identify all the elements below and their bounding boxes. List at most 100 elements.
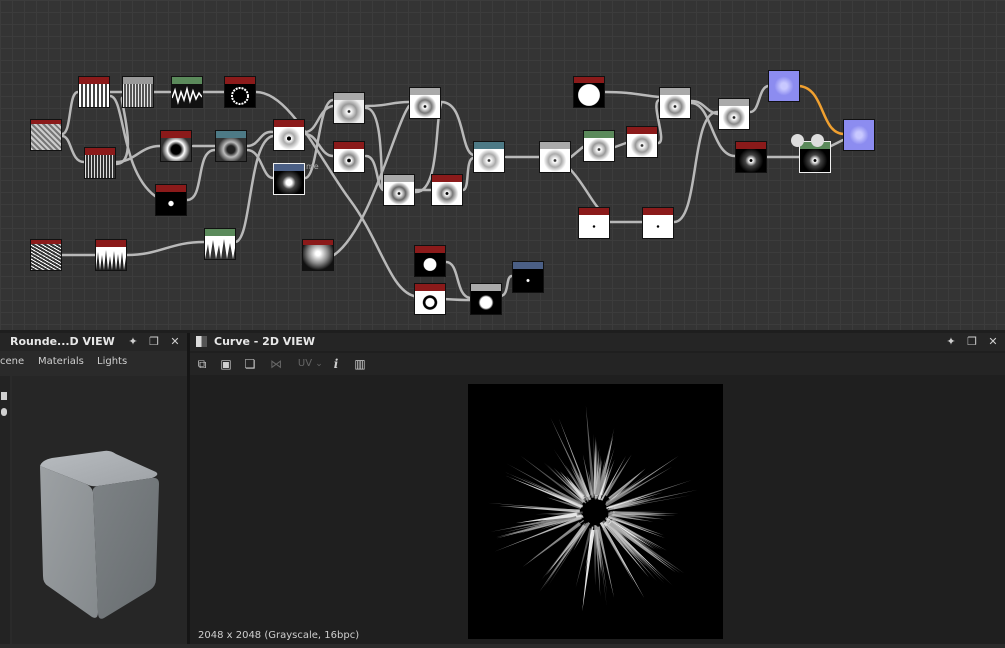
uv-toggle[interactable]: UV: [294, 357, 316, 371]
node-white-noise[interactable]: [30, 239, 62, 271]
viewport-side-toolbar: [0, 376, 10, 644]
node-grass[interactable]: [204, 228, 236, 260]
node-thumbnail: [96, 247, 126, 270]
link: [444, 260, 472, 300]
3d-viewport[interactable]: [12, 376, 187, 644]
node-thumbnail: [415, 253, 445, 276]
panel-header: Rounde...D VIEW ✦ ❐ ✕: [0, 333, 187, 351]
document-icon[interactable]: [791, 134, 804, 147]
menu-scene[interactable]: cene: [0, 356, 24, 367]
node-ring[interactable]: [414, 283, 446, 315]
node-thumbnail: [513, 269, 543, 292]
image-info-status: 2048 x 2048 (Grayscale, 16bpc): [198, 630, 360, 641]
node-splatter[interactable]: [273, 119, 305, 151]
node-thumbnail: [172, 84, 202, 107]
info-icon[interactable]: i: [328, 357, 344, 371]
node-center-dot[interactable]: [578, 207, 610, 239]
node-splatter-dark[interactable]: [273, 163, 305, 195]
node-ring-noise[interactable]: [224, 76, 256, 108]
node-output-purple[interactable]: [768, 70, 800, 102]
panel-header: Curve - 2D VIEW ✦ ❐ ✕: [190, 333, 1005, 351]
node-thumbnail: [216, 138, 246, 161]
pin-icon[interactable]: ✦: [945, 336, 957, 348]
share-icon[interactable]: ⋈: [268, 357, 284, 371]
node-thumbnail: [584, 138, 614, 161]
node-graph[interactable]: me: [0, 0, 1005, 330]
camera-icon[interactable]: [1, 392, 7, 400]
node-burst[interactable]: [333, 141, 365, 173]
2d-view-toolbar: ⧉ ▣ ❏ ⋈ UV ⌄ i ▥: [190, 353, 1005, 375]
node-thumbnail: [410, 95, 440, 118]
node-shatter[interactable]: [333, 92, 365, 124]
node-levels[interactable]: [583, 130, 615, 162]
node-circle-mask[interactable]: [573, 76, 605, 108]
menu-materials[interactable]: Materials: [38, 356, 84, 367]
node-spikes[interactable]: [95, 239, 127, 271]
node-thumbnail: [31, 120, 61, 150]
node-hint-label: me: [306, 162, 319, 171]
node-thumbnail: [719, 106, 749, 129]
node-vertical-streaks[interactable]: [84, 147, 116, 179]
close-icon[interactable]: ✕: [987, 336, 999, 348]
node-thumbnail: [474, 149, 504, 172]
node-levels-2[interactable]: [626, 126, 658, 158]
pin-icon[interactable]: ✦: [127, 336, 139, 348]
link: [114, 144, 162, 164]
maximize-icon[interactable]: ❐: [966, 336, 978, 348]
panel-title: Curve - 2D VIEW: [214, 335, 316, 348]
node-shards[interactable]: [409, 87, 441, 119]
node-output-final[interactable]: [843, 119, 875, 151]
node-mix[interactable]: [473, 141, 505, 173]
link: [569, 145, 585, 159]
node-thumbnail: [844, 120, 874, 150]
copy-icon[interactable]: ❏: [242, 357, 258, 371]
node-thumbnail: [384, 182, 414, 205]
node-wave[interactable]: [171, 76, 203, 108]
link: [108, 94, 157, 198]
3d-view-panel: Rounde...D VIEW ✦ ❐ ✕ cene Materials Lig…: [0, 333, 187, 644]
2d-view-icon: [196, 336, 207, 347]
texture-preview[interactable]: [468, 384, 723, 639]
menu-lights[interactable]: Lights: [97, 356, 127, 367]
link: [829, 138, 845, 148]
node-final-blend[interactable]: [718, 98, 750, 130]
histogram-icon[interactable]: ▥: [352, 357, 368, 371]
node-dot[interactable]: [155, 184, 187, 216]
2d-view-panel: Curve - 2D VIEW ✦ ❐ ✕ ⧉ ▣ ❏ ⋈ UV ⌄ i ▥ 2…: [190, 333, 1005, 644]
light-icon[interactable]: [1, 408, 7, 416]
node-mix-2[interactable]: [539, 141, 571, 173]
node-small-dot[interactable]: [512, 261, 544, 293]
node-thumbnail: [85, 155, 115, 178]
node-shards-3[interactable]: [431, 174, 463, 206]
link: [748, 84, 770, 114]
node-soft-ring[interactable]: [160, 130, 192, 162]
node-streaks[interactable]: [122, 76, 154, 108]
node-shards-2[interactable]: [383, 174, 415, 206]
node-gradient-bands[interactable]: [78, 76, 110, 108]
fit-view-icon[interactable]: ⧉: [194, 357, 210, 371]
node-dark-burst[interactable]: [735, 141, 767, 173]
checker-icon[interactable]: [811, 134, 824, 147]
uv-caret-icon[interactable]: ⌄: [314, 357, 324, 371]
link: [125, 240, 206, 257]
node-thumbnail: [643, 215, 673, 238]
link: [364, 100, 411, 108]
link-selected: [798, 84, 844, 136]
node-blur-ring[interactable]: [215, 130, 247, 162]
node-radial-gradient[interactable]: [302, 239, 334, 271]
rounded-cube: [40, 450, 159, 619]
node-thumbnail: [156, 192, 186, 215]
node-noise[interactable]: [30, 119, 62, 151]
node-thumbnail: [736, 149, 766, 172]
node-thumbnail: [627, 134, 657, 157]
link: [60, 134, 86, 164]
node-blob[interactable]: [470, 283, 502, 315]
maximize-icon[interactable]: ❐: [148, 336, 160, 348]
node-center-dot-2[interactable]: [642, 207, 674, 239]
node-thumbnail: [334, 149, 364, 172]
save-icon[interactable]: ▣: [218, 357, 234, 371]
close-icon[interactable]: ✕: [169, 336, 181, 348]
node-blend[interactable]: [659, 87, 691, 119]
node-disc[interactable]: [414, 245, 446, 277]
node-thumbnail: [161, 138, 191, 161]
